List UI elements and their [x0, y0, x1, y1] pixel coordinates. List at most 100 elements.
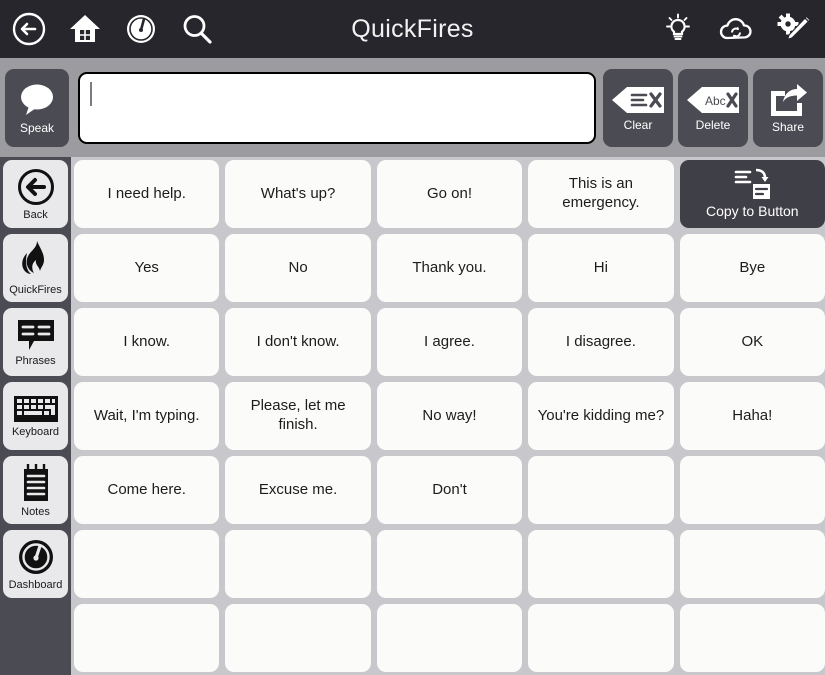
empty-cell — [679, 530, 825, 598]
sidebar-item-label: Back — [23, 209, 48, 221]
phrase-cell-label: This is an emergency. — [562, 175, 640, 211]
phrase-cell[interactable]: I disagree. — [528, 308, 674, 376]
empty-cell — [74, 530, 220, 598]
sidebar-item-back[interactable]: Back — [3, 160, 68, 228]
clear-button[interactable]: Clear — [603, 69, 673, 147]
empty-cell — [225, 530, 371, 598]
phrase-cell[interactable]: Please, let me finish. — [225, 382, 371, 450]
sidebar-item-keyboard[interactable]: Keyboard — [3, 382, 68, 450]
cloud-sync-icon[interactable] — [715, 8, 757, 50]
sidebar-item-phrases[interactable]: Phrases — [3, 308, 68, 376]
phrase-cell[interactable]: Bye — [679, 234, 825, 302]
svg-text:Abc: Abc — [705, 94, 726, 108]
delete-button-label: Delete — [695, 117, 731, 132]
phrase-cell[interactable]: OK — [679, 308, 825, 376]
phrase-cell[interactable]: Thank you. — [376, 234, 523, 302]
phrase-cell-label: OK — [741, 332, 764, 350]
phrase-cell[interactable]: Hi — [528, 234, 674, 302]
share-export-icon — [767, 83, 809, 117]
phrase-grid: I need help. What's up? Go on! This is an e… — [74, 160, 825, 675]
text-cursor — [90, 82, 92, 106]
phrase-cell[interactable]: This is an emergency. — [528, 160, 674, 228]
phrase-cell[interactable]: You're kidding me? — [528, 382, 674, 450]
header-left-icon-group — [0, 8, 218, 50]
phrase-cell-label: Thank you. — [412, 258, 487, 276]
sidebar-item-dashboard[interactable]: Dashboard — [3, 530, 68, 598]
speak-button-label: Speak — [19, 121, 55, 135]
phrase-cell[interactable]: Haha! — [679, 382, 825, 450]
phrase-cell-label: You're kidding me? — [537, 406, 665, 424]
phrase-cell-label: Excuse me. — [258, 480, 338, 498]
speech-bubble-icon — [15, 81, 59, 119]
share-button[interactable]: Share — [753, 69, 823, 147]
copy-to-button-icon — [732, 168, 772, 202]
phrase-cell-label: I agree. — [424, 332, 475, 350]
sidebar-item-notes[interactable]: Notes — [3, 456, 68, 524]
search-icon[interactable] — [176, 8, 218, 50]
lightbulb-icon[interactable] — [657, 8, 699, 50]
phrase-cell[interactable]: No way! — [376, 382, 523, 450]
sidebar-item-quickfires[interactable]: QuickFires — [3, 234, 68, 302]
edit-settings-icon[interactable] — [773, 8, 815, 50]
keyboard-icon — [13, 394, 59, 424]
phrase-cell[interactable]: Come here. — [74, 456, 220, 524]
empty-cell — [528, 456, 674, 524]
phrase-cell[interactable]: I know. — [74, 308, 220, 376]
notepad-icon — [19, 462, 53, 504]
phrase-cell-label: Yes — [134, 258, 159, 276]
phrase-cell-label: I need help. — [107, 184, 186, 202]
empty-cell — [225, 604, 371, 672]
phrase-cell-label: Haha! — [732, 406, 773, 424]
delete-button[interactable]: Abc Delete — [678, 69, 748, 147]
message-input[interactable] — [78, 72, 596, 144]
delete-backspace-icon: Abc — [685, 85, 741, 115]
app-header: QuickFires — [0, 0, 825, 58]
phrase-cell[interactable]: Don't — [376, 456, 523, 524]
speak-button[interactable]: Speak — [5, 69, 69, 147]
copy-to-button-cell[interactable]: Copy to Button — [679, 160, 825, 228]
phrase-cell-label: What's up? — [260, 184, 336, 202]
dashboard-gauge-icon[interactable] — [120, 8, 162, 50]
clear-button-label: Clear — [623, 117, 653, 132]
phrase-cell[interactable]: Wait, I'm typing. — [74, 382, 220, 450]
empty-cell — [376, 604, 523, 672]
phrase-cell-label: Please, let me finish. — [250, 397, 346, 433]
flame-icon — [16, 240, 56, 282]
phrase-cell-label: Go on! — [426, 184, 472, 202]
phrase-cell[interactable]: Excuse me. — [225, 456, 371, 524]
phrase-cell[interactable]: What's up? — [225, 160, 371, 228]
share-button-label: Share — [771, 119, 805, 134]
gauge-icon — [16, 537, 56, 577]
back-arrow-icon — [16, 167, 56, 207]
phrase-cell-label: I know. — [123, 332, 171, 350]
back-arrow-icon[interactable] — [8, 8, 50, 50]
speech-lines-icon — [15, 317, 57, 353]
header-right-icon-group — [657, 0, 815, 58]
phrase-cell-label: I don't know. — [256, 332, 340, 350]
phrase-cell-label: No — [288, 258, 308, 276]
sidebar-item-label: Dashboard — [8, 579, 63, 591]
quickfires-app: QuickFires Speak Clear Abc Delete Share … — [0, 0, 825, 675]
empty-cell — [679, 604, 825, 672]
empty-cell — [528, 604, 674, 672]
empty-cell — [679, 456, 825, 524]
phrase-cell-label: Come here. — [107, 480, 186, 498]
phrase-cell-label: No way! — [422, 406, 477, 424]
sidebar-item-label: QuickFires — [9, 284, 62, 296]
home-icon[interactable] — [64, 8, 106, 50]
phrase-cell-label: Don't — [432, 480, 467, 498]
phrase-cell-label: Copy to Button — [705, 202, 799, 219]
sidebar-nav: Back QuickFires Phrases Keyboard Notes D… — [0, 157, 71, 675]
phrase-cell[interactable]: No — [225, 234, 371, 302]
empty-cell — [376, 530, 523, 598]
empty-cell — [74, 604, 220, 672]
clear-backspace-icon — [610, 85, 666, 115]
phrase-cell[interactable]: I need help. — [74, 160, 220, 228]
phrase-cell[interactable]: I don't know. — [225, 308, 371, 376]
phrase-cell-label: I disagree. — [565, 332, 636, 350]
empty-cell — [528, 530, 674, 598]
phrase-cell[interactable]: Go on! — [376, 160, 523, 228]
phrase-cell[interactable]: Yes — [74, 234, 220, 302]
message-toolbar: Speak Clear Abc Delete Share — [0, 58, 825, 157]
phrase-cell[interactable]: I agree. — [376, 308, 523, 376]
